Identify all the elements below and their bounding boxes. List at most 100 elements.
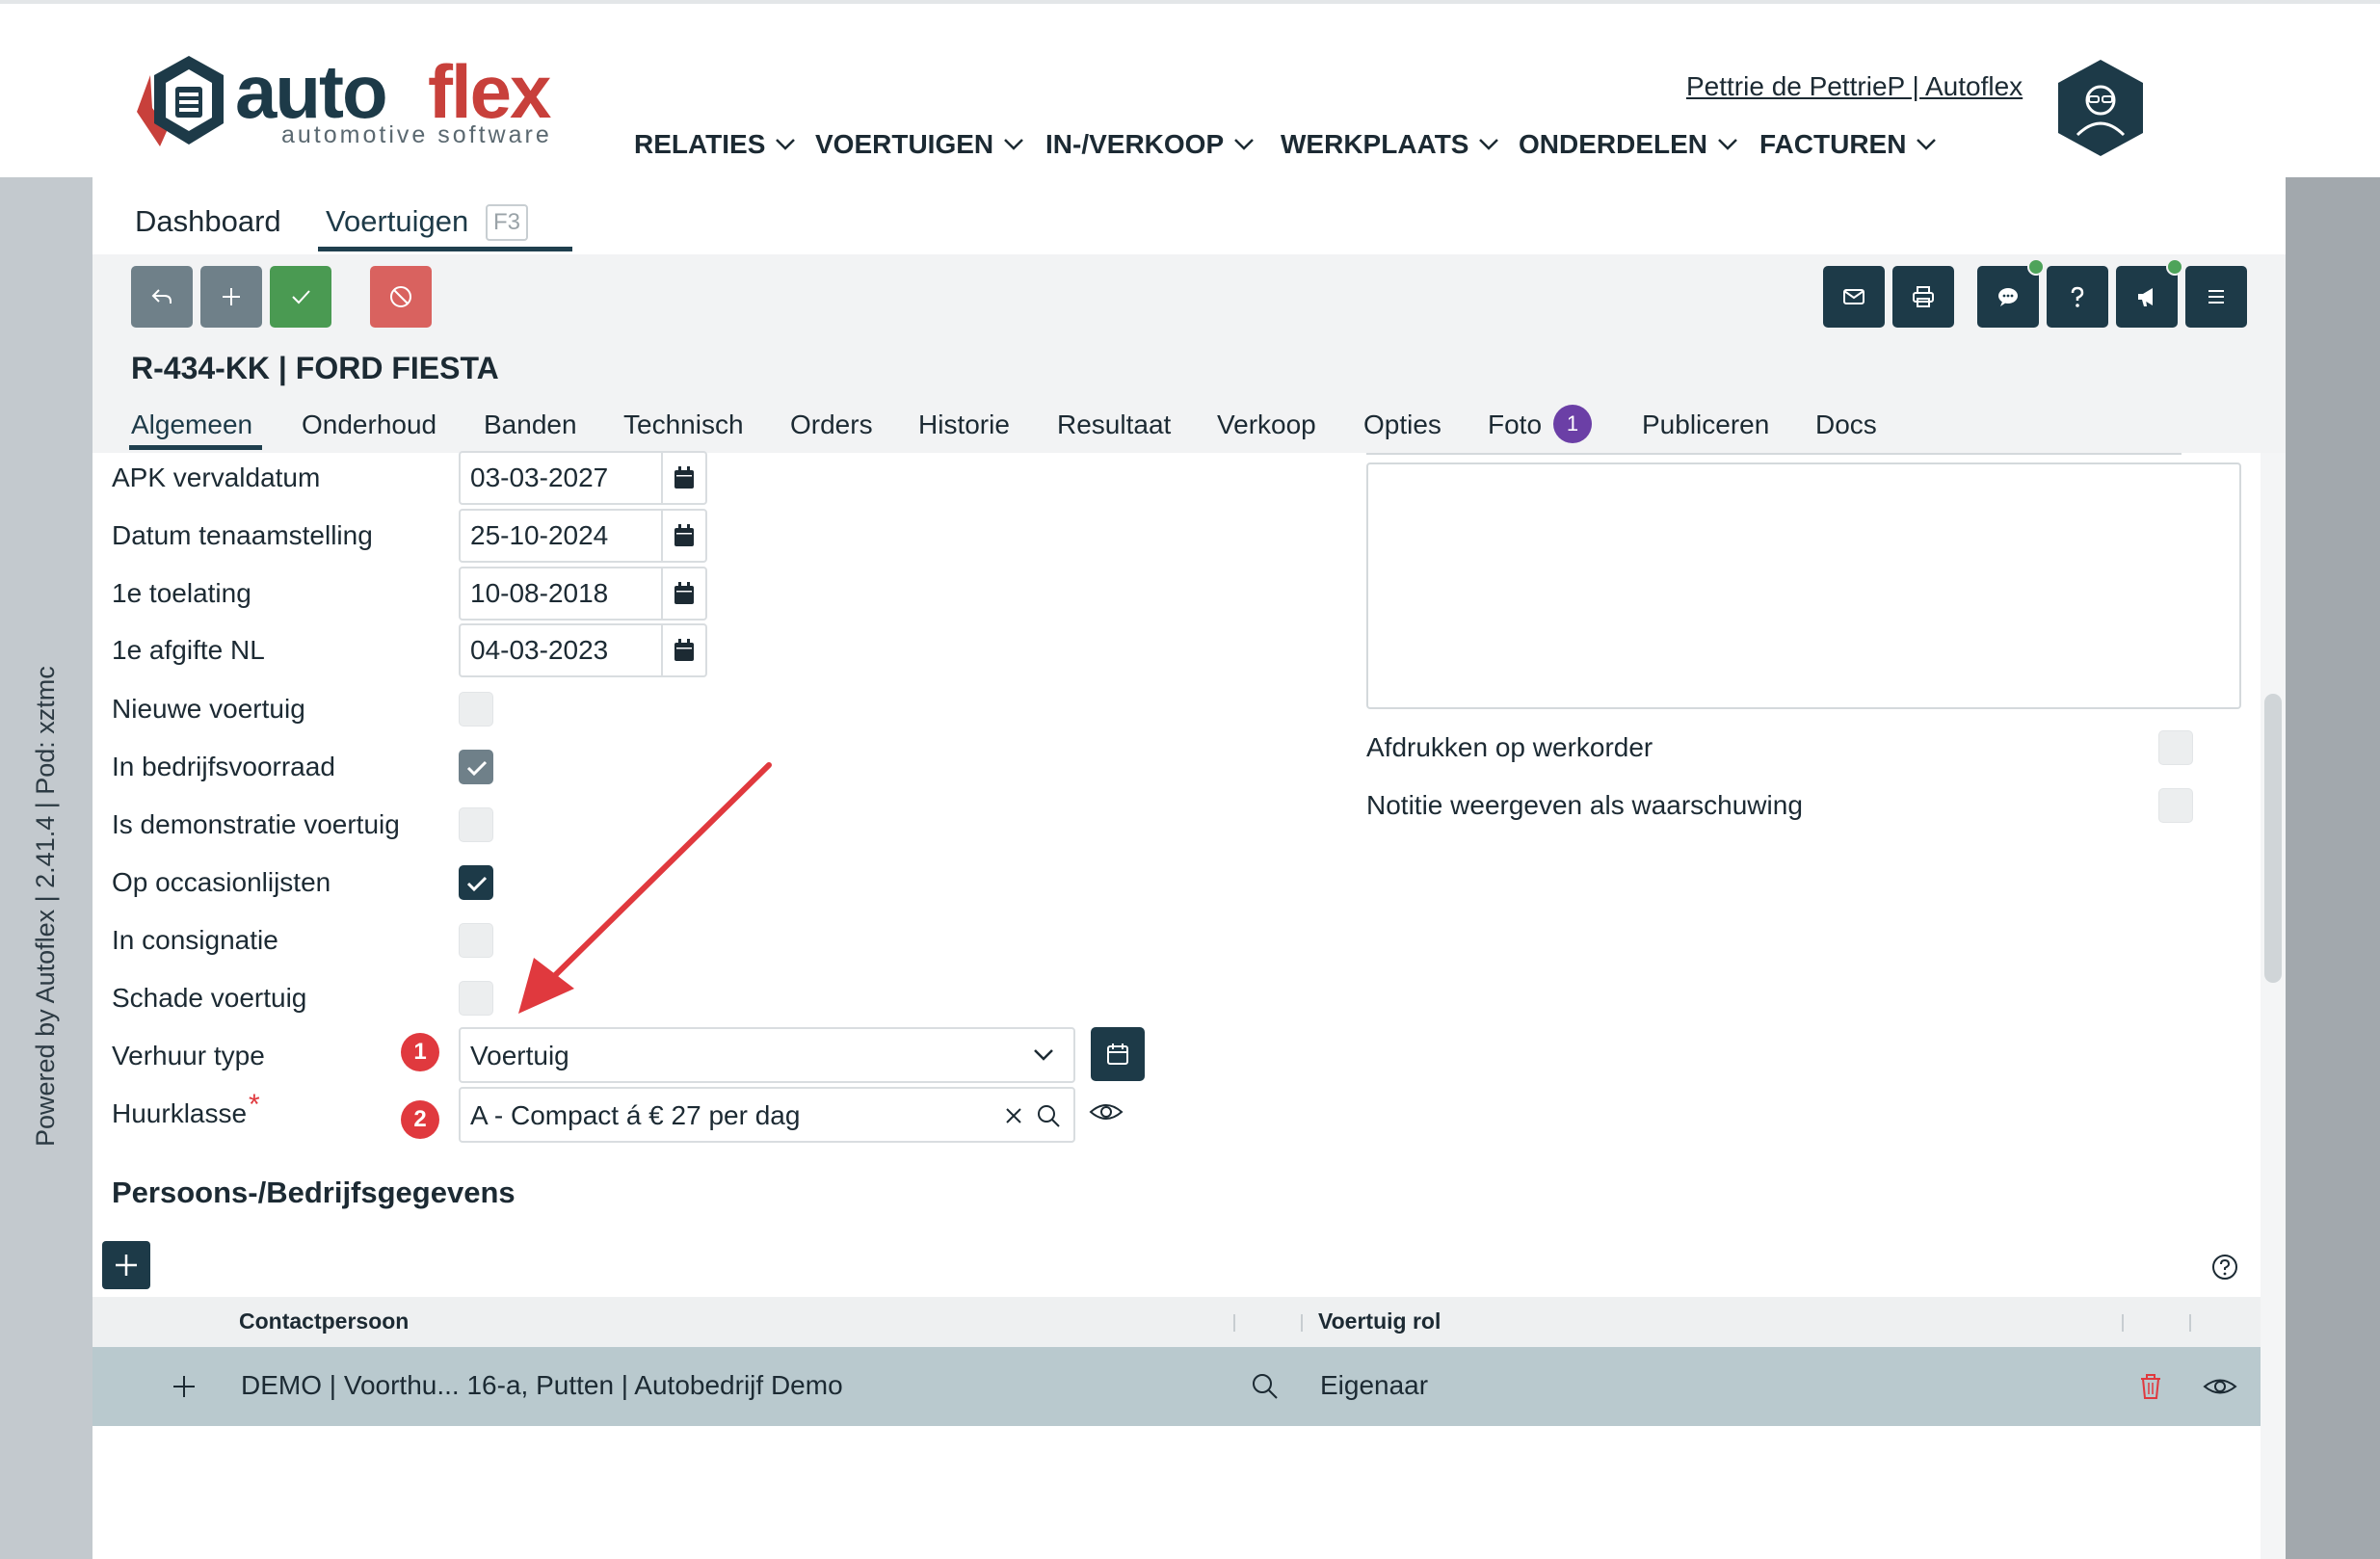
subtab-publiceren[interactable]: Publiceren xyxy=(1642,410,1769,440)
occasion-checkbox[interactable] xyxy=(459,865,493,900)
announcements-button[interactable] xyxy=(2116,266,2178,328)
nav-label: WERKPLAATS xyxy=(1281,129,1469,159)
column-header-voertuig-rol[interactable]: Voertuig rol xyxy=(1318,1308,1441,1334)
subtab-foto[interactable]: Foto xyxy=(1488,410,1542,440)
help-circle-icon[interactable] xyxy=(2210,1253,2239,1282)
nav-onderdelen[interactable]: ONDERDELEN xyxy=(1519,129,1738,160)
chevron-down-icon xyxy=(1034,1049,1053,1061)
schade-checkbox[interactable] xyxy=(459,981,493,1016)
nav-voertuigen[interactable]: VOERTUIGEN xyxy=(815,129,1024,160)
field-border xyxy=(1366,453,2182,455)
search-icon[interactable] xyxy=(1035,1102,1062,1129)
subtab-banden[interactable]: Banden xyxy=(484,410,577,440)
user-account-link[interactable]: Pettrie de PettrieP | Autoflex xyxy=(1686,71,2023,102)
nav-relaties[interactable]: RELATIES xyxy=(634,129,796,160)
check-icon xyxy=(466,876,488,892)
notes-textarea[interactable] xyxy=(1366,462,2241,709)
chevron-down-icon xyxy=(1004,139,1024,150)
nav-label: FACTUREN xyxy=(1759,129,1907,159)
subtab-historie[interactable]: Historie xyxy=(918,410,1010,440)
calendar-icon xyxy=(674,639,694,661)
demo-checkbox[interactable] xyxy=(459,807,493,842)
verhuur-type-select[interactable]: Voertuig xyxy=(459,1027,1075,1083)
subtab-verkoop[interactable]: Verkoop xyxy=(1217,410,1316,440)
scrollbar-thumb[interactable] xyxy=(2264,694,2282,983)
calendar-icon xyxy=(674,524,694,546)
column-divider xyxy=(1301,1314,1303,1332)
calendar-button[interactable] xyxy=(661,625,705,675)
afgifte-date-value[interactable]: 04-03-2023 xyxy=(461,625,661,675)
menu-button[interactable] xyxy=(2185,266,2247,328)
printer-icon xyxy=(1913,286,1934,307)
subtab-onderhoud[interactable]: Onderhoud xyxy=(302,410,436,440)
afgifte-date-field[interactable]: 04-03-2023 xyxy=(459,623,707,677)
undo-arrow-icon xyxy=(151,289,172,304)
subtab-technisch[interactable]: Technisch xyxy=(623,410,744,440)
apk-date-value[interactable]: 03-03-2027 xyxy=(461,453,661,503)
table-header xyxy=(93,1297,2261,1347)
nav-werkplaats[interactable]: WERKPLAATS xyxy=(1281,129,1499,160)
rental-calendar-button[interactable] xyxy=(1091,1027,1145,1081)
afgifte-label: 1e afgifte NL xyxy=(112,635,265,665)
nav-label: RELATIES xyxy=(634,129,766,159)
tenaamstelling-date-field[interactable]: 25-10-2024 xyxy=(459,509,707,563)
nieuw-label: Nieuwe voertuig xyxy=(112,694,305,724)
trash-icon[interactable] xyxy=(2137,1372,2164,1401)
calendar-icon xyxy=(1107,1044,1128,1065)
nav-facturen[interactable]: FACTUREN xyxy=(1759,129,1937,160)
add-button[interactable] xyxy=(200,266,262,328)
save-button[interactable] xyxy=(270,266,331,328)
check-icon xyxy=(292,290,310,304)
required-asterisk: * xyxy=(249,1089,260,1121)
apk-date-field[interactable]: 03-03-2027 xyxy=(459,451,707,505)
envelope-icon xyxy=(1843,289,1864,304)
voorraad-checkbox[interactable] xyxy=(459,750,493,784)
chevron-down-icon xyxy=(776,139,796,150)
calendar-button[interactable] xyxy=(661,511,705,561)
subtab-orders[interactable]: Orders xyxy=(790,410,873,440)
eye-icon[interactable] xyxy=(1089,1098,1124,1125)
nieuw-checkbox[interactable] xyxy=(459,692,493,727)
user-avatar[interactable] xyxy=(2056,58,2145,158)
subtab-docs[interactable]: Docs xyxy=(1815,410,1877,440)
consignatie-checkbox[interactable] xyxy=(459,923,493,958)
tab-voertuigen[interactable]: Voertuigen xyxy=(326,204,468,239)
toelating-date-field[interactable]: 10-08-2018 xyxy=(459,567,707,621)
chat-status-dot xyxy=(2027,258,2045,276)
eye-icon[interactable] xyxy=(2203,1374,2237,1399)
email-button[interactable] xyxy=(1823,266,1885,328)
search-icon[interactable] xyxy=(1251,1372,1280,1401)
help-button[interactable] xyxy=(2047,266,2108,328)
consignatie-label: In consignatie xyxy=(112,925,278,955)
subtab-resultaat[interactable]: Resultaat xyxy=(1057,410,1171,440)
column-header-contactpersoon[interactable]: Contactpersoon xyxy=(239,1308,409,1334)
logo-mark-icon xyxy=(137,56,224,146)
tab-dashboard[interactable]: Dashboard xyxy=(135,204,281,239)
scrollbar-track[interactable] xyxy=(2261,453,2286,1559)
add-person-button[interactable] xyxy=(102,1241,150,1289)
nav-in-verkoop[interactable]: IN-/VERKOOP xyxy=(1045,129,1255,160)
megaphone-icon xyxy=(2138,288,2153,306)
back-button[interactable] xyxy=(131,266,193,328)
cancel-button[interactable] xyxy=(370,266,432,328)
subtab-opties[interactable]: Opties xyxy=(1363,410,1441,440)
print-button[interactable] xyxy=(1892,266,1954,328)
voorraad-label: In bedrijfsvoorraad xyxy=(112,752,335,781)
chat-button[interactable] xyxy=(1977,266,2039,328)
calendar-button[interactable] xyxy=(661,453,705,503)
expand-plus-icon[interactable] xyxy=(172,1374,197,1399)
afdrukken-checkbox[interactable] xyxy=(2158,730,2193,765)
nav-label: VOERTUIGEN xyxy=(815,129,994,159)
apk-label: APK vervaldatum xyxy=(112,462,321,492)
annotation-arrow-icon xyxy=(518,762,772,1014)
toelating-date-value[interactable]: 10-08-2018 xyxy=(461,568,661,619)
calendar-button[interactable] xyxy=(661,568,705,619)
huurklasse-lookup[interactable]: A - Compact á € 27 per dag xyxy=(459,1087,1075,1143)
nav-label: ONDERDELEN xyxy=(1519,129,1708,159)
clear-icon[interactable] xyxy=(1002,1104,1025,1127)
schade-label: Schade voertuig xyxy=(112,983,307,1013)
waarschuwing-checkbox[interactable] xyxy=(2158,788,2193,823)
subtab-algemeen[interactable]: Algemeen xyxy=(131,410,252,440)
occasion-label: Op occasionlijsten xyxy=(112,867,331,897)
tenaamstelling-date-value[interactable]: 25-10-2024 xyxy=(461,511,661,561)
